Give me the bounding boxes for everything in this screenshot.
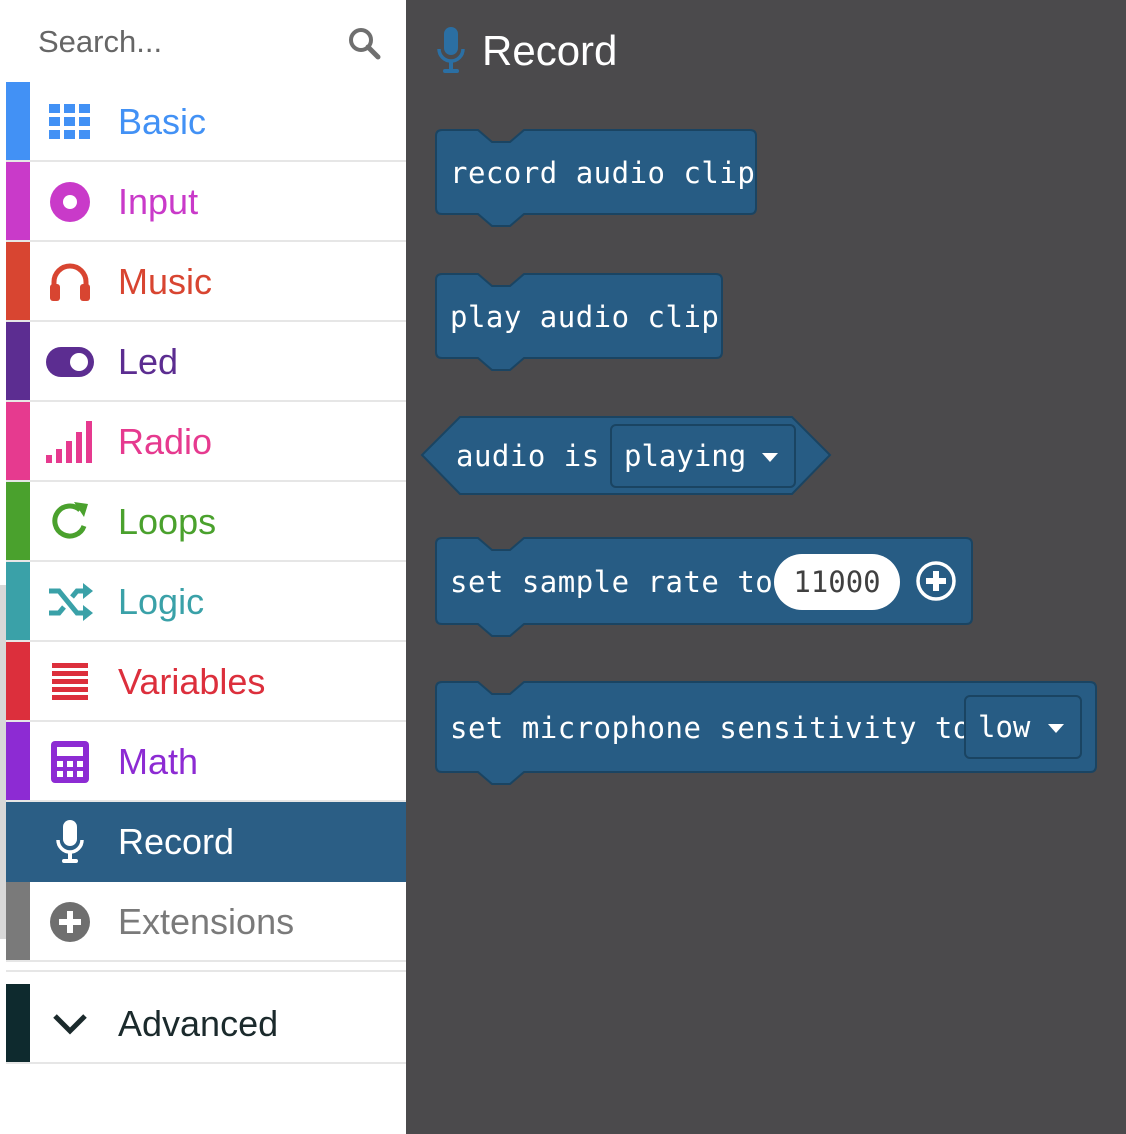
blocks-flyout: Record record audio clip play audio clip… <box>406 0 1126 1134</box>
category-advanced[interactable]: Advanced <box>6 984 406 1064</box>
refresh-icon <box>46 500 94 544</box>
play-audio-clip-block[interactable]: play audio clip <box>434 272 726 376</box>
chevron-down-icon <box>46 1002 94 1046</box>
category-color-stripe <box>6 642 30 720</box>
sensitivity-dropdown[interactable]: low <box>964 695 1082 759</box>
category-input[interactable]: Input <box>6 162 406 242</box>
playing-state-dropdown[interactable]: playing <box>610 424 796 488</box>
block-text: audio is <box>456 439 600 473</box>
block-text: record audio clip <box>450 156 756 190</box>
category-color-stripe <box>6 162 30 240</box>
category-label: Record <box>118 821 235 862</box>
toolbox-divider <box>6 962 406 972</box>
calculator-icon <box>46 740 94 784</box>
record-audio-clip-block[interactable]: record audio clip <box>434 128 760 232</box>
category-music[interactable]: Music <box>6 242 406 322</box>
category-color-stripe <box>6 482 30 560</box>
expand-plus-icon[interactable] <box>915 560 957 602</box>
block-text: play audio clip <box>450 300 720 334</box>
category-color-stripe <box>6 402 30 480</box>
category-color-stripe <box>6 882 30 960</box>
category-record[interactable]: Record <box>6 802 406 882</box>
category-color-stripe <box>6 322 30 400</box>
category-color-stripe <box>6 984 30 1062</box>
set-sample-rate-block[interactable]: set sample rate to 11000 <box>434 536 976 640</box>
shuffle-icon <box>46 580 94 624</box>
block-text: set microphone sensitivity to <box>450 711 971 745</box>
search-input[interactable] <box>38 20 328 64</box>
grid-icon <box>46 100 94 144</box>
category-label: Radio <box>118 421 213 462</box>
category-label: Led <box>118 341 179 382</box>
category-variables[interactable]: Variables <box>6 642 406 722</box>
flyout-title: Record <box>482 27 618 74</box>
search-icon[interactable] <box>346 25 382 61</box>
category-color-stripe <box>6 562 30 640</box>
category-math[interactable]: Math <box>6 722 406 802</box>
category-logic[interactable]: Logic <box>6 562 406 642</box>
category-label: Advanced <box>118 1003 279 1044</box>
category-label: Math <box>118 741 199 782</box>
category-led[interactable]: Led <box>6 322 406 402</box>
category-label: Input <box>118 181 199 222</box>
category-label: Basic <box>118 101 207 142</box>
category-color-stripe <box>6 82 30 160</box>
category-basic[interactable]: Basic <box>6 82 406 162</box>
search-bar <box>6 0 406 82</box>
dropdown-caret-icon <box>762 453 778 462</box>
dropdown-value: low <box>978 710 1031 744</box>
plus-circle-icon <box>46 900 94 944</box>
category-label: Logic <box>118 581 205 622</box>
signal-bars-icon <box>46 420 94 464</box>
set-microphone-sensitivity-block[interactable]: set microphone sensitivity to low <box>434 680 1100 790</box>
category-label: Loops <box>118 501 217 542</box>
toolbox: Basic Input Music <box>0 0 406 1134</box>
audio-is-playing-block[interactable]: audio is playing <box>420 416 834 496</box>
category-label: Variables <box>118 661 266 702</box>
category-label: Music <box>118 261 213 302</box>
category-label: Extensions <box>118 901 295 942</box>
microphone-icon <box>46 820 94 864</box>
target-icon <box>46 180 94 224</box>
category-color-stripe <box>6 802 30 880</box>
category-loops[interactable]: Loops <box>6 482 406 562</box>
headphones-icon <box>46 260 94 304</box>
category-color-stripe <box>6 242 30 320</box>
category-radio[interactable]: Radio <box>6 402 406 482</box>
dropdown-caret-icon <box>1048 724 1064 733</box>
microphone-icon <box>437 27 465 73</box>
category-color-stripe <box>6 722 30 800</box>
toggle-icon <box>46 340 94 384</box>
flyout-heading: Record <box>436 26 617 76</box>
list-lines-icon <box>46 660 94 704</box>
category-extensions[interactable]: Extensions <box>6 882 406 962</box>
block-text: set sample rate to <box>450 565 774 599</box>
dropdown-value: playing <box>624 439 747 473</box>
sample-rate-input[interactable]: 11000 <box>774 554 900 610</box>
